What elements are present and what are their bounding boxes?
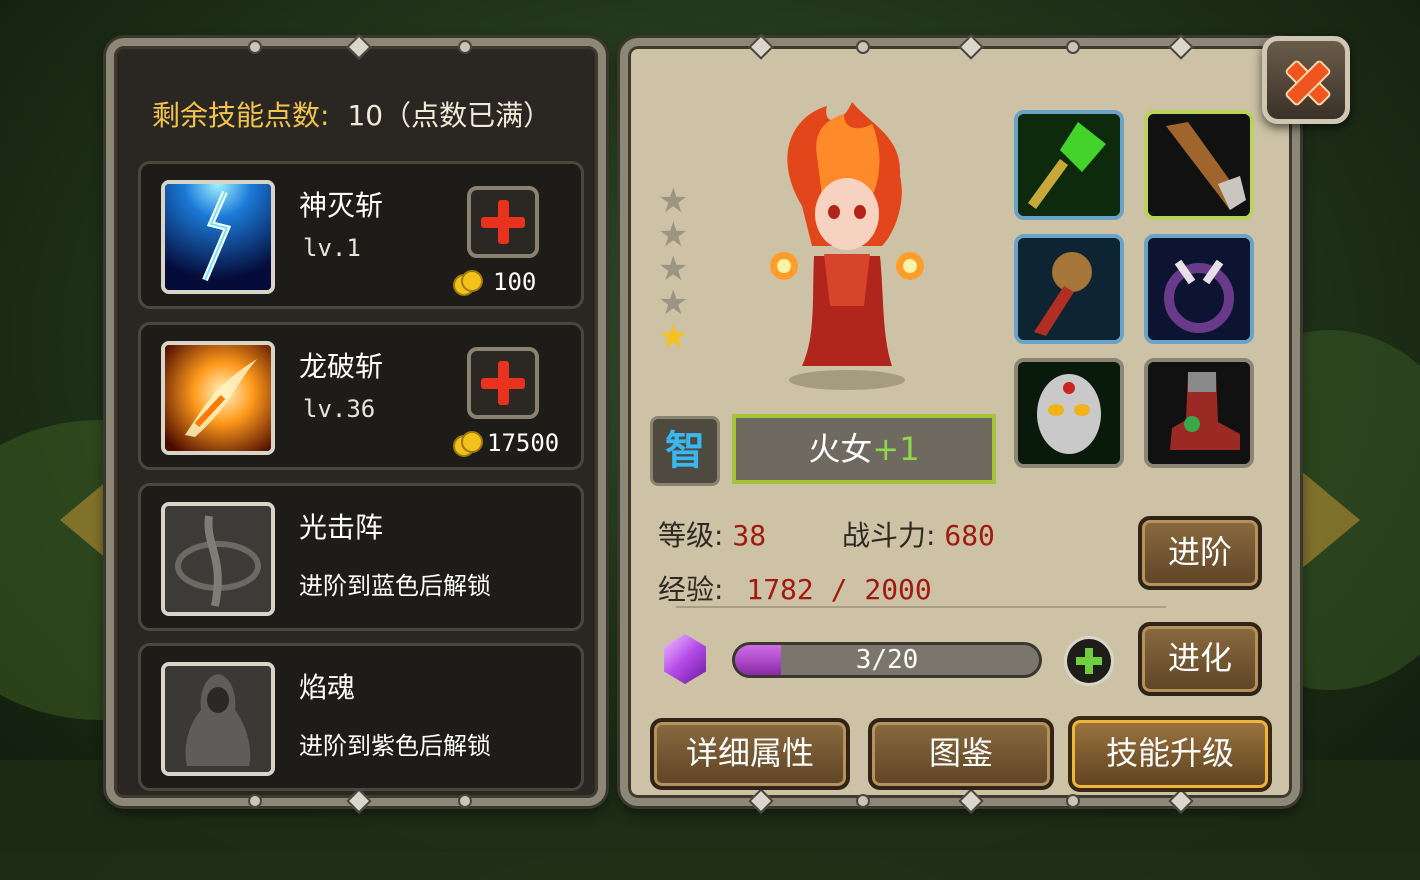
panel-bolt — [458, 794, 472, 808]
intelligence-attribute-badge: 智 — [650, 416, 720, 486]
flame-soul-skill-icon[interactable] — [161, 662, 275, 776]
skill-points-value: 10（点数已满） — [347, 99, 552, 132]
panel-bolt — [856, 794, 870, 808]
panel-rivet — [958, 34, 984, 60]
hero-enhance-level: +1 — [872, 430, 920, 468]
skill-name: 龙破斩 — [299, 350, 384, 383]
armored-boot-icon[interactable] — [1144, 358, 1254, 468]
details-button[interactable]: 详细属性 — [650, 718, 850, 790]
power-label: 战斗力: — [842, 519, 936, 552]
star-icon: ★ — [658, 249, 689, 289]
panel-bolt — [248, 794, 262, 808]
plus-icon-bar — [481, 217, 525, 228]
skill-points-label: 剩余技能点数: — [152, 99, 330, 132]
fire-slash-skill-icon[interactable] — [161, 341, 275, 455]
skill-cost-value: 17500 — [487, 429, 560, 457]
plus-icon-bar — [1076, 657, 1102, 665]
evolve-button[interactable]: 进化 — [1138, 622, 1262, 696]
green-crystal-staff-icon[interactable] — [1014, 110, 1124, 220]
close-button[interactable] — [1262, 36, 1350, 124]
claw-ring-icon[interactable] — [1144, 234, 1254, 344]
star-icon: ★ — [658, 283, 689, 323]
skill-card: 焰魂 进阶到紫色后解锁 — [138, 643, 584, 791]
skill-unlock-hint: 进阶到紫色后解锁 — [299, 732, 491, 760]
panel-bolt — [856, 40, 870, 54]
panel-bolt — [1066, 794, 1080, 808]
level-label: 等级: — [658, 519, 724, 552]
codex-button[interactable]: 图鉴 — [868, 718, 1054, 790]
skill-cost: 100 — [453, 268, 536, 296]
panel-bolt — [458, 40, 472, 54]
hero-level: 等级: 38 — [658, 514, 766, 554]
skill-unlock-hint: 进阶到蓝色后解锁 — [299, 572, 491, 600]
star-icon: ★ — [658, 181, 689, 221]
hero-panel: ★ ★ ★ ★ ★ 智 火女+1 等级: 38 战斗力: 680 经验: 178… — [620, 34, 1300, 814]
lightning-skill-icon[interactable] — [161, 180, 275, 294]
star-icon: ★ — [658, 317, 689, 357]
wooden-cudgel-icon[interactable] — [1144, 110, 1254, 220]
advance-button[interactable]: 进阶 — [1138, 516, 1262, 590]
panel-rivet — [1168, 34, 1194, 60]
light-strike-skill-icon[interactable] — [161, 502, 275, 616]
skill-name: 神灭斩 — [299, 189, 384, 222]
soulstone-progress-bar: 3/20 — [732, 642, 1042, 678]
skill-upgrade-tab-button[interactable]: 技能升级 — [1068, 716, 1272, 792]
mask-icon[interactable] — [1014, 358, 1124, 468]
skill-points-row: 剩余技能点数: 10（点数已满） — [152, 94, 551, 134]
next-hero-arrow-icon[interactable] — [1300, 470, 1360, 570]
hero-power: 战斗力: 680 — [842, 514, 995, 554]
skill-cost-value: 100 — [493, 268, 537, 296]
add-soulstone-button[interactable] — [1064, 636, 1114, 686]
skill-upgrade-plus-button[interactable] — [467, 186, 539, 258]
gold-coin-icon — [453, 270, 483, 296]
power-value: 680 — [944, 519, 995, 552]
hero-portrait-area: ★ ★ ★ ★ ★ — [658, 96, 998, 416]
hero-portrait[interactable] — [732, 96, 962, 396]
hero-name: 火女 — [808, 430, 873, 468]
level-value: 38 — [732, 519, 767, 552]
bird-scepter-icon[interactable] — [1014, 234, 1124, 344]
skill-name: 光击阵 — [299, 511, 384, 544]
divider — [676, 606, 1166, 608]
hero-experience: 经验: 1782 / 2000 — [658, 568, 932, 608]
gold-coin-icon — [453, 431, 483, 457]
soulstone-progress-text: 3/20 — [855, 645, 919, 675]
panel-bolt — [1066, 40, 1080, 54]
skill-level: lv.36 — [303, 395, 376, 423]
skill-card: 光击阵 进阶到蓝色后解锁 — [138, 483, 584, 631]
skill-card: 神灭斩 lv.1 100 — [138, 161, 584, 309]
exp-label: 经验: — [658, 573, 724, 606]
plus-icon-bar — [481, 378, 525, 389]
hero-name-plate: 火女+1 — [732, 414, 996, 484]
skill-upgrade-plus-button[interactable] — [467, 347, 539, 419]
star-icon: ★ — [658, 215, 689, 255]
skill-name: 焰魂 — [299, 671, 356, 704]
soul-gem-icon — [664, 634, 706, 684]
panel-bolt — [248, 40, 262, 54]
panel-rivet — [748, 34, 774, 60]
skill-level: lv.1 — [303, 234, 361, 262]
skill-card: 龙破斩 lv.36 17500 — [138, 322, 584, 470]
skill-panel: 剩余技能点数: 10（点数已满） 神灭斩 lv.1 100 龙破斩 lv.36 … — [106, 34, 606, 814]
panel-rivet — [346, 34, 372, 60]
exp-value: 1782 / 2000 — [746, 573, 932, 606]
skill-cost: 17500 — [453, 429, 559, 457]
